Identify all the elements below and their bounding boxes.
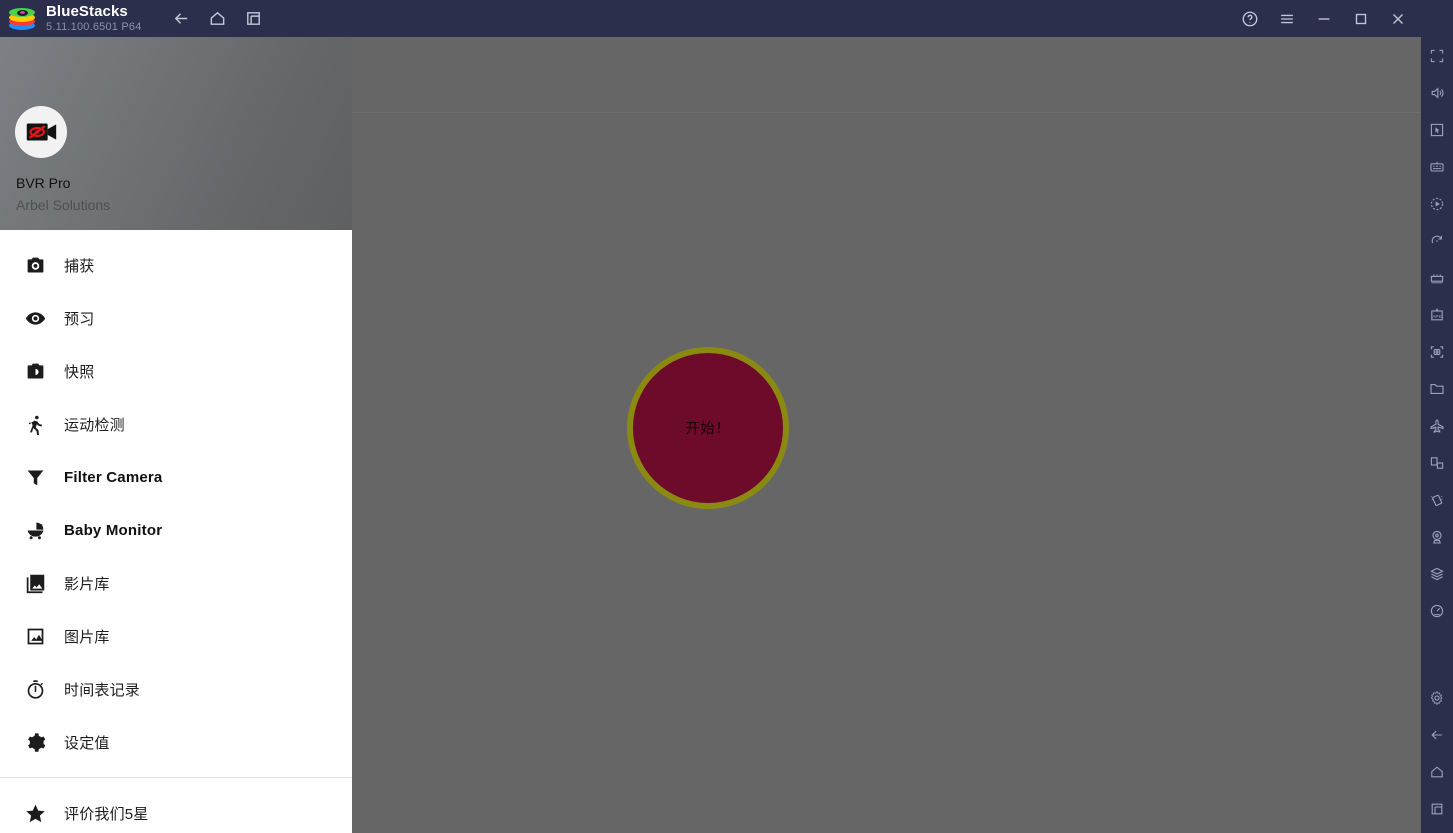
menu-item-photo-library[interactable]: 图片库 bbox=[0, 610, 352, 663]
media-manager-button[interactable] bbox=[1421, 370, 1453, 407]
settings-button[interactable] bbox=[1421, 679, 1453, 716]
location-button[interactable] bbox=[1421, 518, 1453, 555]
stopwatch-icon bbox=[24, 678, 47, 701]
menu-item-label: 评价我们5星 bbox=[64, 806, 149, 823]
menu-item-label: Baby Monitor bbox=[64, 522, 163, 539]
bluestacks-logo-icon bbox=[7, 4, 37, 34]
install-apk-button[interactable]: APK bbox=[1421, 296, 1453, 333]
menu-item-motion-detection[interactable]: 运动检测 bbox=[0, 398, 352, 451]
screenshot-button[interactable] bbox=[1421, 333, 1453, 370]
sidebar-tool-buttons: APK bbox=[1421, 37, 1453, 629]
rotate-button[interactable] bbox=[1421, 222, 1453, 259]
menu-item-label: 快照 bbox=[64, 364, 95, 381]
video-camera-disabled-icon bbox=[15, 106, 67, 158]
menu-item-capture[interactable]: 捕获 bbox=[0, 239, 352, 292]
window-controls bbox=[1231, 0, 1453, 37]
android-back-button[interactable] bbox=[1421, 716, 1453, 753]
menu-item-video-library[interactable]: 影片库 bbox=[0, 557, 352, 610]
minimize-button[interactable] bbox=[1305, 0, 1342, 37]
multi-instance-button[interactable] bbox=[236, 0, 272, 37]
menu-item-filter-camera[interactable]: Filter Camera bbox=[0, 451, 352, 504]
recent-apps-button[interactable] bbox=[1421, 790, 1453, 827]
start-button-label: 开始！ bbox=[685, 420, 731, 436]
app-title-group: BlueStacks 5.11.100.6501 P64 bbox=[46, 2, 142, 34]
bluestacks-version: 5.11.100.6501 P64 bbox=[46, 21, 142, 34]
keyboard-controls-button[interactable] bbox=[1421, 148, 1453, 185]
funnel-filter-icon bbox=[24, 466, 47, 489]
navigation-drawer: BVR Pro Arbel Solutions 捕获 预习 快照 运动检测 Fi… bbox=[0, 37, 352, 833]
menu-item-preview[interactable]: 预习 bbox=[0, 292, 352, 345]
svg-text:APK: APK bbox=[1432, 313, 1442, 319]
menu-item-baby-monitor[interactable]: Baby Monitor bbox=[0, 504, 352, 557]
volume-button[interactable] bbox=[1421, 74, 1453, 111]
cursor-control-button[interactable] bbox=[1421, 111, 1453, 148]
photo-camera-icon bbox=[24, 360, 47, 383]
menu-item-label: 预习 bbox=[64, 311, 95, 328]
bluestacks-title: BlueStacks bbox=[46, 2, 128, 20]
running-person-icon bbox=[24, 413, 47, 436]
layers-button[interactable] bbox=[1421, 555, 1453, 592]
menu-item-label: 时间表记录 bbox=[64, 682, 141, 699]
help-button[interactable] bbox=[1231, 0, 1268, 37]
titlebar-nav-group bbox=[164, 0, 272, 37]
menu-item-label: 图片库 bbox=[64, 629, 110, 646]
bluestacks-sidebar: APK bbox=[1421, 0, 1453, 833]
gear-icon bbox=[24, 731, 47, 754]
home-button[interactable] bbox=[200, 0, 236, 37]
maximize-button[interactable] bbox=[1342, 0, 1379, 37]
performance-button[interactable] bbox=[1421, 592, 1453, 629]
menu-item-schedule-record[interactable]: 时间表记录 bbox=[0, 663, 352, 716]
sidebar-system-buttons bbox=[1421, 679, 1453, 827]
menu-item-label: 运动检测 bbox=[64, 417, 125, 434]
eye-icon bbox=[24, 307, 47, 330]
menu-item-snapshot[interactable]: 快照 bbox=[0, 345, 352, 398]
star-icon bbox=[24, 802, 47, 825]
video-library-icon bbox=[24, 572, 47, 595]
drawer-app-developer: Arbel Solutions bbox=[16, 197, 111, 213]
drawer-app-title: BVR Pro bbox=[16, 175, 71, 191]
menu-item-settings[interactable]: 设定值 bbox=[0, 716, 352, 769]
menu-item-label: Filter Camera bbox=[64, 469, 163, 486]
menu-item-label: 设定值 bbox=[64, 735, 110, 752]
eco-mode-button[interactable] bbox=[1421, 407, 1453, 444]
back-button[interactable] bbox=[164, 0, 200, 37]
menu-button[interactable] bbox=[1268, 0, 1305, 37]
menu-item-label: 影片库 bbox=[64, 576, 110, 593]
title-bar: BlueStacks 5.11.100.6501 P64 bbox=[0, 0, 1453, 37]
sidebar-collapse-spacer bbox=[1421, 0, 1453, 37]
close-button[interactable] bbox=[1379, 0, 1416, 37]
drawer-menu: 捕获 预习 快照 运动检测 Filter Camera Baby Monitor… bbox=[0, 230, 352, 833]
drawer-menu-footer: 评价我们5星 bbox=[0, 778, 352, 833]
stroller-icon bbox=[24, 519, 47, 542]
android-home-button[interactable] bbox=[1421, 753, 1453, 790]
fullscreen-button[interactable] bbox=[1421, 37, 1453, 74]
game-controls-button[interactable] bbox=[1421, 259, 1453, 296]
macro-recorder-button[interactable] bbox=[1421, 185, 1453, 222]
photo-library-icon bbox=[24, 625, 47, 648]
menu-item-rate-us[interactable]: 评价我们5星 bbox=[0, 787, 352, 833]
drawer-header: BVR Pro Arbel Solutions bbox=[0, 37, 352, 230]
multi-instance-sync-button[interactable] bbox=[1421, 444, 1453, 481]
shake-button[interactable] bbox=[1421, 481, 1453, 518]
camera-icon bbox=[24, 254, 47, 277]
menu-item-label: 捕获 bbox=[64, 258, 95, 275]
start-button[interactable]: 开始！ bbox=[627, 347, 789, 509]
